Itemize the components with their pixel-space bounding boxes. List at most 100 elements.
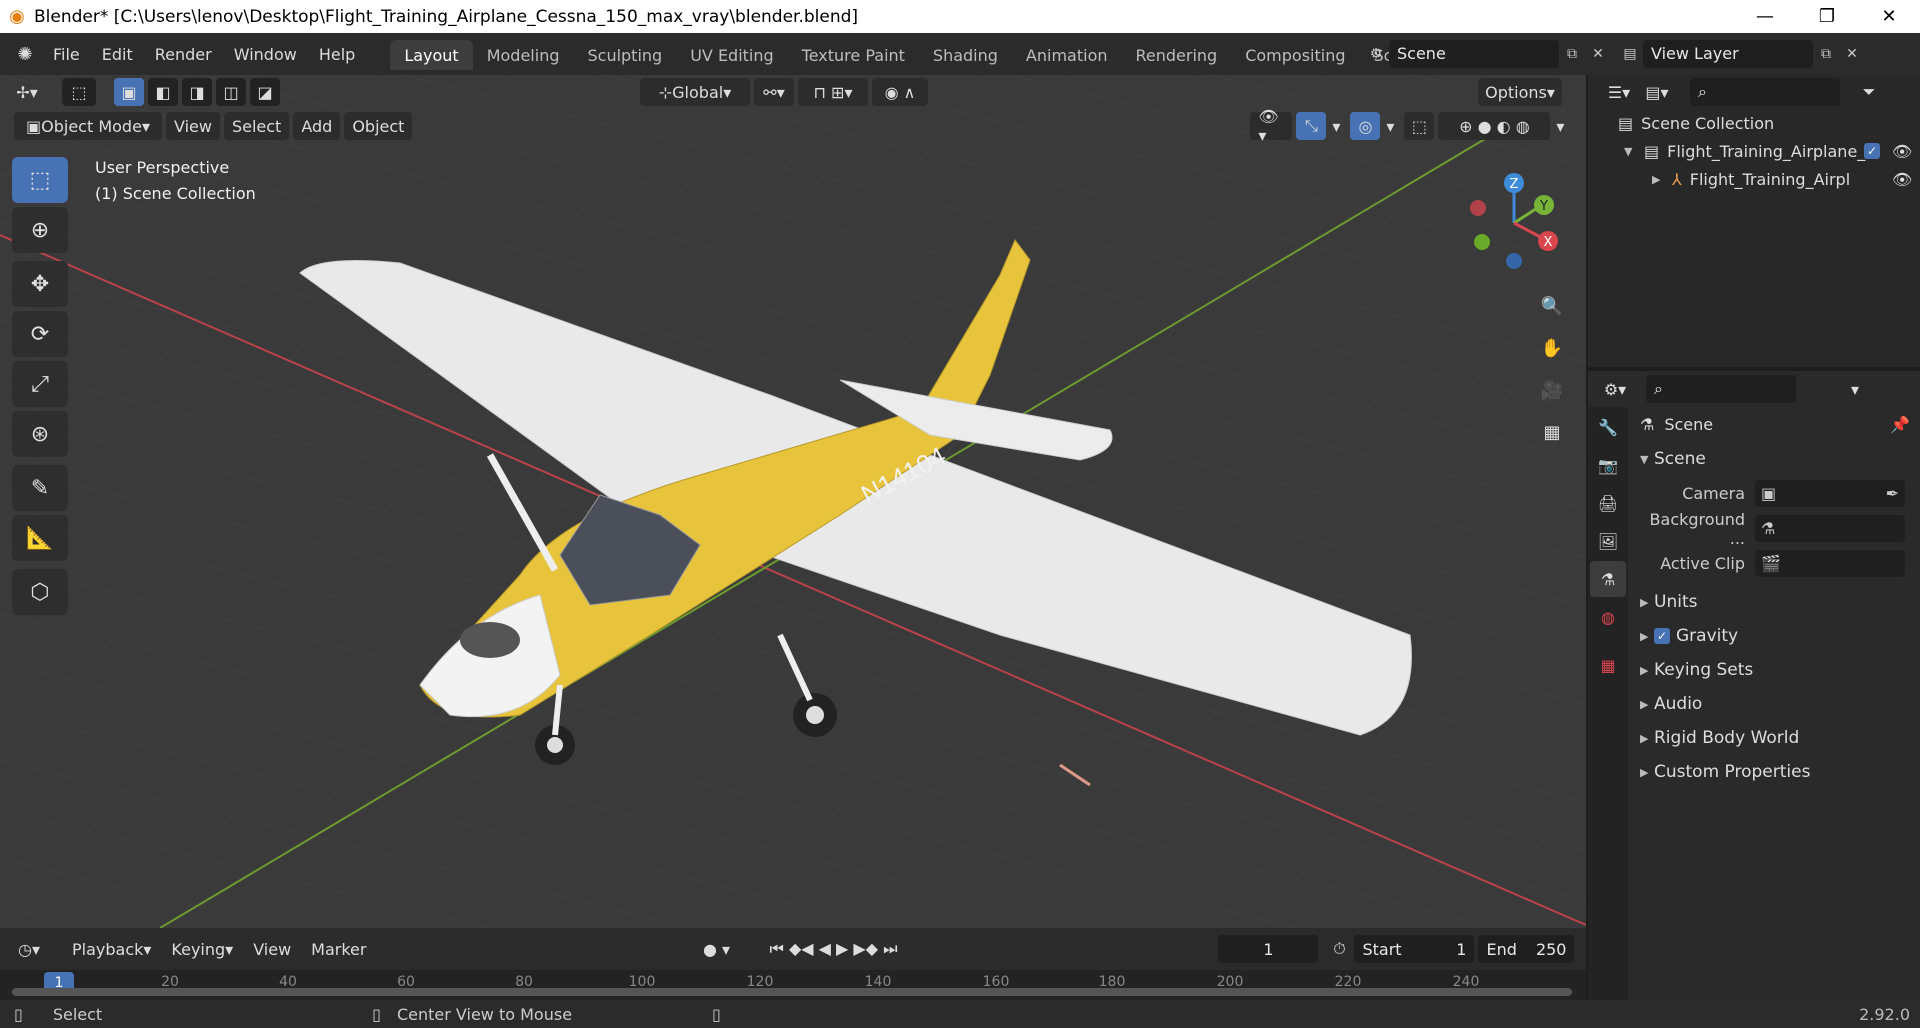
editor-type-icon[interactable]: ✢▾: [12, 78, 42, 106]
properties-editor-type-icon[interactable]: ⚙▾: [1600, 375, 1630, 403]
select-extend-icon[interactable]: ◧: [148, 78, 178, 106]
menu-select[interactable]: Select: [223, 112, 290, 140]
tab-shading[interactable]: Shading: [919, 40, 1012, 70]
tab-animation[interactable]: Animation: [1012, 40, 1122, 70]
pin-icon[interactable]: 📌: [1890, 415, 1910, 434]
gizmo-toggle-icon[interactable]: ⤡: [1296, 112, 1327, 140]
playback-dropdown[interactable]: Playback ▾: [64, 935, 160, 963]
expand-closed-icon[interactable]: ▶: [1652, 173, 1666, 186]
menu-window[interactable]: Window: [223, 39, 308, 69]
filter-icon[interactable]: ⏷: [1854, 78, 1884, 106]
record-icon[interactable]: ● ▾: [694, 935, 739, 963]
select-intersect-icon[interactable]: ◪: [250, 78, 280, 106]
gravity-checkbox[interactable]: ✓: [1654, 628, 1670, 644]
expand-open-icon[interactable]: ▼: [1624, 145, 1638, 158]
keying-dropdown[interactable]: Keying ▾: [163, 935, 242, 963]
tab-compositing[interactable]: Compositing: [1231, 40, 1359, 70]
visibility-icon[interactable]: 👁▾: [1250, 107, 1293, 145]
menu-object[interactable]: Object: [344, 112, 413, 140]
tab-uv-editing[interactable]: UV Editing: [676, 40, 787, 70]
select-tool-icon[interactable]: ⬚: [62, 78, 96, 106]
scene-tab-icon[interactable]: ⚗: [1590, 561, 1626, 597]
outliner-row-object[interactable]: ▶ ⅄ Flight_Training_Airpl 👁: [1588, 165, 1920, 193]
rigid-body-world-panel[interactable]: ▶ Rigid Body World: [1630, 721, 1920, 755]
stopwatch-icon[interactable]: ⏱: [1324, 935, 1354, 963]
tab-layout[interactable]: Layout: [390, 40, 473, 70]
rotate-tool-icon[interactable]: ⟳: [12, 311, 68, 357]
cursor-tool-icon[interactable]: ⊕: [12, 207, 68, 253]
tab-rendering[interactable]: Rendering: [1122, 40, 1232, 70]
scene-icon[interactable]: ⚙: [1363, 40, 1389, 68]
view-layer-tab-icon[interactable]: 🖼: [1590, 523, 1626, 559]
transform-tool-icon[interactable]: ⊛: [12, 411, 68, 457]
audio-panel[interactable]: ▶ Audio: [1630, 687, 1920, 721]
menu-add[interactable]: Add: [293, 112, 341, 140]
timeline-menu-marker[interactable]: Marker: [303, 935, 375, 963]
menu-view[interactable]: View: [166, 112, 220, 140]
shading-mode-icons[interactable]: ⊕ ● ◐ ◍: [1438, 112, 1551, 140]
pan-hand-icon[interactable]: ✋: [1535, 331, 1569, 365]
outliner-editor-type-icon[interactable]: ☰▾: [1604, 78, 1634, 106]
outliner-row-collection[interactable]: ▼ ▤ Flight_Training_Airplane_ ✓ 👁: [1588, 137, 1920, 165]
menu-render[interactable]: Render: [144, 39, 223, 69]
mode-dropdown[interactable]: ▣ Object Mode ▾: [14, 112, 162, 140]
tool-tab-icon[interactable]: 🔧: [1590, 409, 1626, 445]
menu-edit[interactable]: Edit: [91, 39, 144, 69]
eyedropper-icon[interactable]: ✒: [1886, 484, 1899, 503]
current-frame-field[interactable]: 1: [1218, 935, 1319, 963]
active-clip-field[interactable]: 🎬: [1755, 550, 1905, 577]
units-panel[interactable]: ▶ Units: [1630, 585, 1920, 619]
annotate-tool-icon[interactable]: ✎: [12, 465, 68, 511]
gizmo-dropdown-icon[interactable]: ▾: [1326, 112, 1346, 140]
transform-orientation-dropdown[interactable]: ⊹ Global ▾: [640, 78, 750, 106]
texture-tab-icon[interactable]: ▦: [1590, 647, 1626, 683]
3d-viewport[interactable]: N14104 ✢▾ ⬚ ▣ ◧ ◨ ◫ ◪ ⊹ Global ▾ ⚯▾ ⊓ ⊞▾…: [0, 75, 1586, 928]
keying-sets-panel[interactable]: ▶ Keying Sets: [1630, 653, 1920, 687]
ortho-grid-icon[interactable]: ▦: [1535, 415, 1569, 449]
view-layer-field[interactable]: View Layer: [1643, 39, 1813, 68]
exclude-checkbox[interactable]: ✓: [1864, 143, 1880, 159]
end-frame-field[interactable]: End 250: [1478, 935, 1575, 963]
eye-icon[interactable]: 👁: [1892, 170, 1912, 189]
timeline-scrollbar[interactable]: [12, 988, 1572, 996]
delete-scene-icon[interactable]: ✕: [1585, 40, 1611, 68]
camera-view-icon[interactable]: 🎥: [1535, 373, 1569, 407]
world-tab-icon[interactable]: ◍: [1590, 599, 1626, 635]
timeline-editor-type-icon[interactable]: ◷▾: [14, 935, 44, 963]
move-tool-icon[interactable]: ✥: [12, 261, 68, 307]
delete-view-layer-icon[interactable]: ✕: [1839, 40, 1865, 68]
zoom-icon[interactable]: 🔍: [1535, 289, 1569, 323]
select-invert-icon[interactable]: ◫: [216, 78, 246, 106]
playback-controls[interactable]: ⏮ ◆◀ ◀ ▶ ▶◆ ⏭: [758, 935, 909, 963]
properties-options-icon[interactable]: ▾: [1840, 375, 1870, 403]
camera-field[interactable]: ▣ ✒: [1755, 480, 1905, 507]
eye-icon[interactable]: 👁: [1892, 142, 1912, 161]
pivot-icon[interactable]: ⚯▾: [754, 78, 794, 106]
custom-properties-panel[interactable]: ▶ Custom Properties: [1630, 755, 1920, 789]
options-dropdown[interactable]: Options ▾: [1478, 78, 1562, 106]
outliner-search-input[interactable]: ⌕: [1690, 78, 1840, 106]
overlays-toggle-icon[interactable]: ◎: [1350, 112, 1381, 140]
xray-icon[interactable]: ⬚: [1404, 112, 1435, 140]
select-subtract-icon[interactable]: ◨: [182, 78, 212, 106]
tab-modeling[interactable]: Modeling: [473, 40, 574, 70]
background-scene-field[interactable]: ⚗: [1755, 515, 1905, 542]
timeline-menu-view[interactable]: View: [245, 935, 300, 963]
tab-sculpting[interactable]: Sculpting: [573, 40, 676, 70]
new-view-layer-icon[interactable]: ⧉: [1813, 40, 1839, 68]
snap-icon[interactable]: ⊓ ⊞▾: [798, 78, 868, 106]
select-box-tool-icon[interactable]: ⬚: [12, 157, 68, 203]
navigation-gizmo[interactable]: Z Y X: [1470, 165, 1580, 275]
scene-section-header[interactable]: ▼ Scene: [1630, 442, 1920, 476]
view-layer-icon[interactable]: ▤: [1617, 40, 1643, 68]
gravity-panel[interactable]: ▶ ✓ Gravity: [1630, 619, 1920, 653]
close-button[interactable]: ✕: [1858, 0, 1920, 33]
add-cube-tool-icon[interactable]: ⬡: [12, 569, 68, 615]
start-frame-field[interactable]: Start 1: [1354, 935, 1475, 963]
proportional-edit-icon[interactable]: ◉ ∧: [872, 78, 928, 106]
blender-logo-icon[interactable]: ✺: [8, 37, 42, 71]
output-tab-icon[interactable]: 🖨: [1590, 485, 1626, 521]
menu-file[interactable]: File: [42, 39, 91, 69]
display-mode-icon[interactable]: ▤▾: [1642, 78, 1672, 106]
new-scene-icon[interactable]: ⧉: [1559, 40, 1585, 68]
